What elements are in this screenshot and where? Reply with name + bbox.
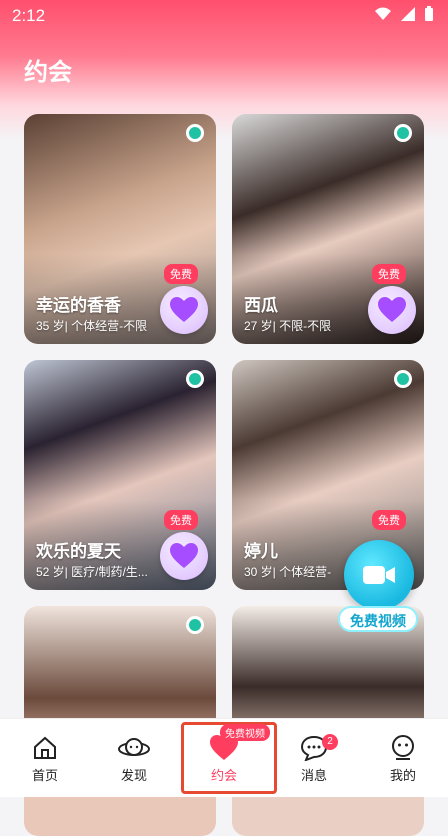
battery-icon [425, 6, 433, 21]
nav-discover[interactable]: 发现 [99, 727, 169, 784]
profile-name: 幸运的香香 [36, 296, 121, 315]
nav-discover-label: 发现 [120, 768, 147, 783]
free-badge: 免费 [164, 510, 198, 530]
video-camera-icon [363, 566, 395, 584]
nav-messages-label: 消息 [300, 768, 327, 783]
online-indicator [186, 124, 204, 142]
nav-home-label: 首页 [31, 768, 58, 783]
heart-icon [378, 297, 406, 322]
home-icon [34, 736, 56, 759]
status-icons [374, 6, 434, 22]
message-count-badge: 2 [322, 734, 338, 750]
nav-me[interactable]: 我的 [368, 727, 438, 784]
like-button[interactable] [368, 286, 416, 334]
profile-name: 欢乐的夏天 [36, 542, 121, 561]
online-indicator [394, 124, 412, 142]
nav-me-label: 我的 [389, 768, 416, 783]
nav-home[interactable]: 首页 [10, 727, 80, 784]
free-badge: 免费 [164, 264, 198, 284]
like-button[interactable] [160, 286, 208, 334]
video-fab[interactable] [344, 540, 414, 610]
profile-card[interactable]: 免费 幸运的香香 35 岁| 个体经营-不限 [24, 114, 216, 344]
profile-name: 婷儿 [244, 542, 278, 561]
like-button[interactable] [160, 532, 208, 580]
heart-icon [170, 297, 198, 322]
status-bar: 2:12 [0, 0, 448, 32]
profile-card[interactable]: 免费 欢乐的夏天 52 岁| 医疗/制药/生... [24, 360, 216, 590]
planet-icon [118, 738, 150, 756]
profile-info: 35 岁| 个体经营-不限 [36, 319, 148, 333]
nav-free-video-badge: 免费视频 [220, 724, 270, 741]
nav-messages[interactable]: 消息 [279, 727, 349, 784]
signal-icon [401, 7, 415, 21]
profile-info: 27 岁| 不限-不限 [244, 319, 332, 333]
free-badge: 免费 [372, 510, 406, 530]
heart-icon [170, 543, 198, 568]
free-video-button[interactable]: 免费视频 [338, 540, 422, 636]
wifi-icon [375, 7, 391, 20]
online-indicator [394, 370, 412, 388]
online-indicator [186, 370, 204, 388]
free-badge: 免费 [372, 264, 406, 284]
status-time: 2:12 [12, 6, 46, 25]
page-title: 约会 [24, 59, 72, 86]
online-indicator [186, 616, 204, 634]
profile-info: 52 岁| 医疗/制药/生... [36, 565, 148, 579]
free-video-label[interactable]: 免费视频 [338, 606, 418, 632]
profile-card[interactable]: 免费 西瓜 27 岁| 不限-不限 [232, 114, 424, 344]
profile-name: 西瓜 [244, 296, 278, 315]
user-icon [392, 735, 414, 760]
